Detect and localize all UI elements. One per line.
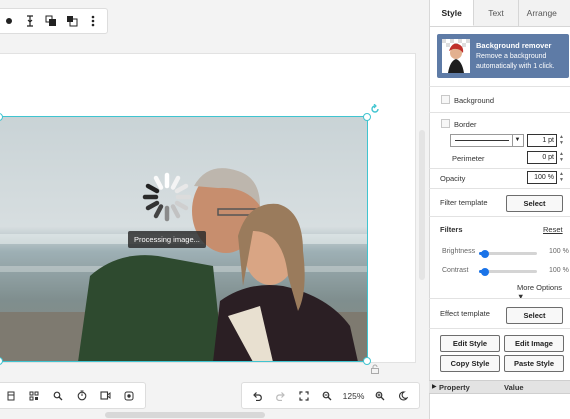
contrast-label: Contrast (442, 267, 469, 274)
background-checkbox[interactable] (441, 95, 450, 104)
opacity-stepper-icon[interactable]: ▲ ▼ (558, 171, 565, 184)
border-width-stepper-icon[interactable]: ▲ ▼ (558, 134, 565, 147)
filters-section: Filters Reset Brightness 100 % Contrast … (429, 216, 570, 301)
panel-tabs: Style Text Arrange (430, 0, 570, 27)
zoom-level[interactable]: 125% (343, 391, 365, 401)
vertical-scrollbar[interactable] (419, 130, 425, 280)
border-label: Border (454, 120, 477, 129)
edit-style-button[interactable]: Edit Style (440, 335, 500, 352)
contrast-value: 100 % (549, 267, 569, 274)
contrast-slider[interactable] (479, 267, 537, 276)
edit-image-button[interactable]: Edit Image (504, 335, 564, 352)
opacity-label: Opacity (440, 174, 466, 183)
promo-title: Background remover (476, 40, 552, 50)
top-toolbar (0, 8, 108, 34)
effect-template-label: Effect template (440, 309, 490, 318)
background-remover-promo[interactable]: Background remover Remove a background a… (437, 34, 569, 78)
effect-template-row: Effect template Select (429, 298, 570, 328)
filter-template-select-button[interactable]: Select (506, 195, 563, 212)
perimeter-label: Perimeter (452, 154, 485, 163)
reset-link[interactable]: Reset (543, 225, 563, 234)
fullscreen-icon[interactable] (297, 389, 311, 403)
redo-icon[interactable] (274, 389, 288, 403)
chevron-down-icon: ▼ (512, 135, 522, 146)
tab-text[interactable]: Text (474, 0, 519, 26)
style-actions: Edit Style Edit Image Copy Style Paste S… (429, 328, 570, 378)
timer-icon[interactable] (75, 389, 89, 403)
rotate-icon[interactable] (370, 103, 380, 116)
property-table-header: ▶ Property Value (429, 380, 570, 394)
line-style-select[interactable]: ▼ (450, 134, 524, 147)
promo-subtitle: Remove a background automatically with 1… (476, 52, 555, 70)
zoom-in-icon[interactable] (373, 389, 387, 403)
paste-style-button[interactable]: Paste Style (504, 355, 564, 372)
record-icon[interactable] (122, 389, 136, 403)
horizontal-scrollbar[interactable] (105, 412, 265, 418)
dark-mode-icon[interactable] (396, 389, 410, 403)
brightness-value: 100 % (549, 248, 569, 255)
zoom-out-icon[interactable] (320, 389, 334, 403)
value-column-header: Value (504, 383, 524, 392)
bring-forward-icon[interactable] (44, 14, 58, 28)
canvas-area[interactable]: Processing image... 125% (0, 0, 428, 419)
background-label: Background (454, 96, 495, 105)
bottom-left-toolbar (0, 382, 146, 409)
video-icon[interactable] (98, 389, 112, 403)
search-icon[interactable] (51, 389, 65, 403)
copy-style-button[interactable]: Copy Style (440, 355, 500, 372)
filter-template-label: Filter template (440, 198, 488, 207)
promo-thumbnail-icon (442, 39, 470, 73)
perimeter-input[interactable]: 0 pt (527, 151, 557, 164)
border-width-input[interactable]: 1 pt (527, 134, 557, 147)
undo-icon[interactable] (251, 389, 265, 403)
brightness-slider-thumb[interactable] (480, 249, 489, 258)
filters-label: Filters (440, 225, 463, 234)
filter-template-row: Filter template Select (429, 188, 570, 216)
effect-template-select-button[interactable]: Select (506, 307, 563, 324)
background-row: Background (429, 86, 570, 112)
send-backward-icon[interactable] (65, 14, 79, 28)
bottom-right-toolbar: 125% (241, 382, 420, 409)
tab-style[interactable]: Style (430, 0, 475, 26)
more-icon[interactable] (86, 14, 100, 28)
lock-icon[interactable] (370, 364, 380, 376)
loading-spinner-icon (140, 170, 194, 224)
tab-arrange[interactable]: Arrange (518, 0, 570, 26)
perimeter-stepper-icon[interactable]: ▲ ▼ (558, 151, 565, 164)
brightness-slider[interactable] (479, 249, 537, 258)
processing-label: Processing image... (128, 231, 206, 248)
opacity-row: Opacity 100 % ▲ ▼ (429, 168, 570, 188)
border-row: Border ▼ 1 pt ▲ ▼ Perimeter 0 pt ▲ ▼ (429, 112, 570, 168)
grid-icon[interactable] (27, 389, 41, 403)
opacity-input[interactable]: 100 % (527, 171, 557, 184)
border-checkbox[interactable] (441, 119, 450, 128)
pages-icon[interactable] (4, 389, 18, 403)
contrast-slider-thumb[interactable] (480, 267, 489, 276)
align-icon[interactable] (23, 14, 37, 28)
brightness-label: Brightness (442, 248, 476, 255)
property-column-header: Property (439, 383, 470, 392)
expand-icon[interactable]: ▶ (432, 383, 437, 390)
fill-icon[interactable] (2, 14, 16, 28)
